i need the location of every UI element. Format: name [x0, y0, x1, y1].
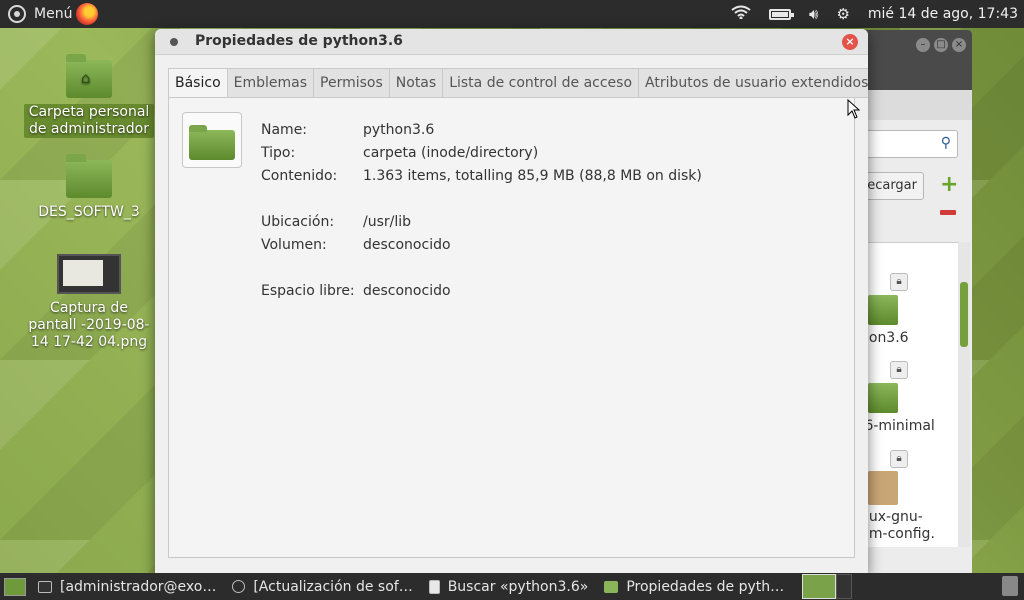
property-value: desconocido	[363, 236, 451, 253]
tab-extended-attributes[interactable]: Atributos de usuario extendidos	[639, 68, 868, 98]
property-value: carpeta (inode/directory)	[363, 144, 539, 161]
show-desktop-button[interactable]	[4, 577, 26, 596]
desktop-icon-label: DES_SOFTW_3	[38, 204, 140, 220]
close-button[interactable]: ×	[842, 34, 858, 50]
properties-list: Name: python3.6 Tipo: carpeta (inode/dir…	[261, 118, 702, 302]
properties-dialog: Propiedades de python3.6 × Básico Emblem…	[155, 29, 868, 575]
task-label: [Actualización de sof…	[253, 578, 413, 595]
search-input[interactable]: ⚲	[860, 130, 958, 158]
home-folder-icon: ⌂	[66, 54, 112, 98]
property-key: Name:	[261, 121, 308, 138]
tab-permisos[interactable]: Permisos	[314, 68, 390, 98]
minimize-icon[interactable]: –	[916, 38, 930, 52]
desktop-icon-home-folder[interactable]: ⌂ Carpeta personal de administrador	[24, 54, 154, 138]
trash-icon[interactable]	[1002, 576, 1018, 596]
wifi-icon[interactable]	[731, 5, 751, 23]
folder-icon	[189, 125, 235, 160]
task-search[interactable]: Buscar «python3.6»	[421, 573, 597, 600]
gear-icon[interactable]: ⚙	[836, 5, 849, 23]
lock-icon: 🔒︎	[890, 450, 908, 468]
bg-titlebar: – □ ×	[860, 30, 972, 90]
tab-acl[interactable]: Lista de control de acceso	[443, 68, 640, 98]
property-row: Ubicación: /usr/lib	[261, 210, 702, 233]
list-item[interactable]: non3.6	[860, 330, 958, 346]
menu-button[interactable]: Menú	[0, 0, 106, 28]
basic-panel: Name: python3.6 Tipo: carpeta (inode/dir…	[168, 97, 855, 558]
lock-icon: 🔒︎	[890, 361, 908, 379]
lock-icon: 🔒︎	[890, 273, 908, 291]
document-icon	[428, 579, 440, 594]
task-properties[interactable]: Propiedades de pyth…	[596, 573, 792, 600]
folder-icon	[868, 383, 898, 413]
battery-icon[interactable]	[769, 8, 794, 20]
dialog-titlebar[interactable]: Propiedades de python3.6 ×	[155, 29, 868, 55]
property-key: Espacio libre:	[261, 282, 355, 299]
task-software-update[interactable]: [Actualización de sof…	[224, 573, 420, 600]
top-panel: Menú 🔊︎ ⚙ mié 14 de ago, 17:43	[0, 0, 1024, 28]
property-key: Tipo:	[261, 144, 296, 161]
property-value: /usr/lib	[363, 213, 412, 230]
property-row: Contenido: 1.363 items, totalling 85,9 M…	[261, 164, 702, 187]
task-label: Propiedades de pyth…	[626, 578, 785, 595]
bottom-taskbar: [administrador@exo… [Actualización de so…	[0, 573, 1024, 600]
search-icon[interactable]: ⚲	[941, 135, 951, 151]
clock[interactable]: mié 14 de ago, 17:43	[868, 6, 1018, 22]
task-terminal[interactable]: [administrador@exo…	[30, 573, 224, 600]
desktop-icon-label: Carpeta personal de administrador	[24, 104, 154, 138]
property-row: Volumen: desconocido	[261, 233, 702, 256]
property-value: python3.6	[363, 121, 435, 138]
tab-basico[interactable]: Básico	[168, 68, 228, 98]
terminal-icon	[38, 580, 52, 593]
maximize-icon[interactable]: □	[934, 38, 948, 52]
update-icon	[232, 580, 246, 593]
property-value: 1.363 items, totalling 85,9 MB (88,8 MB …	[363, 167, 702, 184]
folder-icon-button[interactable]	[182, 112, 242, 168]
folder-icon	[868, 295, 898, 325]
desktop-icon-screenshot[interactable]: Captura de pantall -2019-08-14 17-42 04.…	[24, 254, 154, 351]
volume-icon[interactable]: 🔊︎	[809, 5, 818, 23]
menu-label: Menú	[34, 6, 73, 22]
property-row: Name: python3.6	[261, 118, 702, 141]
property-key: Contenido:	[261, 167, 338, 184]
property-key: Volumen:	[261, 236, 327, 253]
screenshot-thumbnail-icon	[57, 254, 121, 294]
bg-toolbar	[860, 90, 972, 120]
tab-notas[interactable]: Notas	[389, 68, 444, 98]
system-tray: 🔊︎ ⚙ mié 14 de ago, 17:43	[731, 0, 1024, 28]
tab-bar: Básico Emblemas Permisos Notas Lista de …	[168, 68, 868, 98]
property-value: desconocido	[363, 282, 451, 299]
reload-button[interactable]: ecargar	[860, 172, 924, 200]
list-item[interactable]: nux-gnu-	[860, 509, 958, 525]
window-menu-icon[interactable]	[170, 38, 178, 46]
task-label: Buscar «python3.6»	[447, 578, 589, 595]
add-icon[interactable]: +	[940, 172, 958, 197]
file-list[interactable]: 🔒︎ non3.6 🔒︎ .6-minimal 🔒︎ nux-gnu- 6m-c…	[860, 242, 958, 547]
folder-icon	[66, 154, 112, 198]
task-label: [administrador@exo…	[60, 578, 217, 595]
dialog-title: Propiedades de python3.6	[195, 33, 403, 49]
property-key: Ubicación:	[261, 213, 335, 230]
property-row: Espacio libre: desconocido	[261, 279, 702, 302]
background-file-manager-window[interactable]: – □ × ⚲ ecargar + 🔒︎ non3.6 🔒︎ .6-minima…	[860, 30, 972, 575]
close-icon[interactable]: ×	[952, 38, 966, 52]
desktop-icon-des-softw-3[interactable]: DES_SOFTW_3	[24, 154, 154, 221]
firefox-icon[interactable]	[76, 3, 99, 25]
package-icon	[868, 471, 898, 505]
list-item[interactable]: .6-minimal	[860, 418, 958, 434]
scrollbar[interactable]	[958, 242, 970, 547]
ubuntu-mate-logo-icon	[8, 5, 26, 23]
workspace-1[interactable]	[802, 574, 837, 599]
list-item[interactable]: 6m-config.	[860, 526, 958, 542]
remove-icon[interactable]	[940, 210, 956, 215]
desktop-icon-label: Captura de pantall -2019-08-14 17-42 04.…	[28, 300, 150, 350]
workspace-2[interactable]	[836, 574, 853, 599]
scrollbar-thumb[interactable]	[960, 282, 968, 347]
tab-emblemas[interactable]: Emblemas	[227, 68, 315, 98]
property-row: Tipo: carpeta (inode/directory)	[261, 141, 702, 164]
folder-icon	[604, 580, 619, 593]
